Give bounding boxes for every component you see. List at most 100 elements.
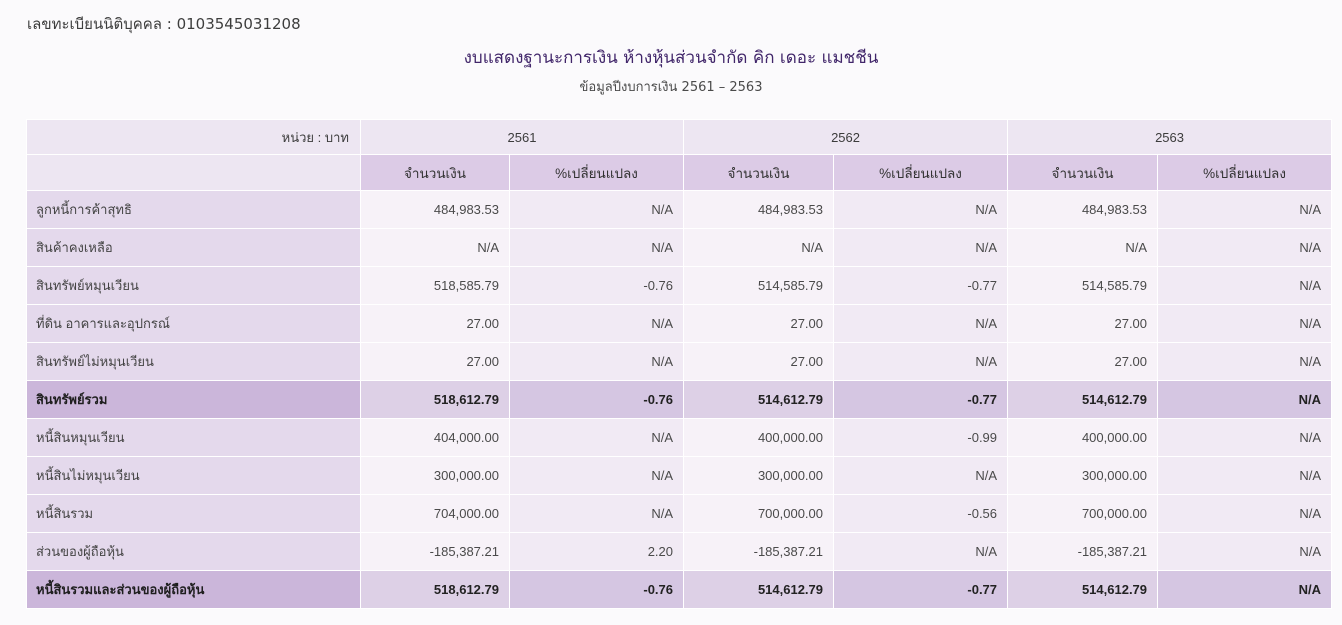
row-label: สินค้าคงเหลือ: [26, 228, 361, 267]
amount-cell: 404,000.00: [360, 418, 510, 457]
row-label: ส่วนของผู้ถือหุ้น: [26, 532, 361, 571]
change-cell: N/A: [833, 228, 1009, 267]
row-label: ลูกหนี้การค้าสุทธิ: [26, 190, 361, 229]
change-cell: N/A: [508, 494, 685, 533]
change-cell: -0.99: [833, 418, 1009, 457]
change-cell: N/A: [1157, 418, 1333, 457]
page-title: งบแสดงฐานะการเงิน ห้างหุ้นส่วนจำกัด คิก …: [463, 48, 879, 68]
table-row: สินทรัพย์หมุนเวียน 518,585.79 -0.76 514,585…: [26, 266, 1333, 305]
change-cell: N/A: [1157, 494, 1333, 533]
amount-cell: 27.00: [683, 304, 835, 343]
change-cell: -0.76: [508, 266, 685, 305]
row-label: สินทรัพย์ไม่หมุนเวียน: [26, 342, 361, 381]
change-cell: N/A: [833, 190, 1009, 229]
amount-header: จำนวนเงิน: [360, 154, 510, 191]
amount-cell: 514,612.79: [1007, 380, 1159, 419]
label-header-blank: [26, 154, 361, 191]
unit-label: หน่วย : บาท: [26, 119, 361, 155]
year-header-2563: 2563: [1007, 119, 1333, 155]
change-cell: 2.20: [508, 532, 685, 571]
table-row: ที่ดิน อาคารและอุปกรณ์ 27.00 N/A 27.00 N/A 27…: [26, 304, 1333, 343]
change-cell: N/A: [833, 456, 1009, 495]
table-row: สินทรัพย์รวม 518,612.79 -0.76 514,612.79 -0.…: [26, 380, 1333, 419]
year-header-2562: 2562: [683, 119, 1009, 155]
table-row: หนี้สินรวมและส่วนของผู้ถือหุ้น 518,612.79…: [26, 570, 1333, 609]
amount-cell: 484,983.53: [1007, 190, 1159, 229]
amount-cell: 300,000.00: [683, 456, 835, 495]
change-cell: -0.56: [833, 494, 1009, 533]
change-cell: N/A: [833, 532, 1009, 571]
year-header-row: หน่วย : บาท 2561 2562 2563: [26, 119, 1333, 155]
table-row: หนี้สินหมุนเวียน 404,000.00 N/A 400,000.00-…: [26, 418, 1333, 457]
amount-cell: 27.00: [360, 304, 510, 343]
table-row: หนี้สินรวม 704,000.00 N/A 700,000.00 -0.56 70…: [26, 494, 1333, 533]
amount-cell: 27.00: [1007, 304, 1159, 343]
amount-cell: 700,000.00: [1007, 494, 1159, 533]
row-label: หนี้สินรวมและส่วนของผู้ถือหุ้น: [26, 570, 361, 609]
change-header: %เปลี่ยนแปลง: [1157, 154, 1333, 191]
change-cell: N/A: [833, 342, 1009, 381]
change-header: %เปลี่ยนแปลง: [508, 154, 685, 191]
amount-cell: 400,000.00: [683, 418, 835, 457]
table-row: หนี้สินไม่หมุนเวียน 300,000.00 N/A 300,000.…: [26, 456, 1333, 495]
change-header: %เปลี่ยนแปลง: [833, 154, 1009, 191]
table-row: ส่วนของผู้ถือหุ้น -185,387.21 2.20 -185,387…: [26, 532, 1333, 571]
amount-cell: -185,387.21: [683, 532, 835, 571]
change-cell: N/A: [1157, 228, 1333, 267]
column-header-row: จำนวนเงิน %เปลี่ยนแปลง จำนวนเงิน %เปลี่ย…: [26, 154, 1333, 191]
amount-cell: 514,585.79: [1007, 266, 1159, 305]
change-cell: -0.77: [833, 266, 1009, 305]
change-cell: -0.77: [833, 380, 1009, 419]
change-cell: N/A: [1157, 190, 1333, 229]
change-cell: N/A: [1157, 380, 1333, 419]
balance-sheet-table: หน่วย : บาท 2561 2562 2563 จำนวนเงิน %เป…: [26, 119, 1333, 609]
amount-cell: 518,612.79: [360, 380, 510, 419]
row-label: สินทรัพย์รวม: [26, 380, 361, 419]
amount-cell: -185,387.21: [1007, 532, 1159, 571]
row-label: สินทรัพย์หมุนเวียน: [26, 266, 361, 305]
amount-cell: N/A: [1007, 228, 1159, 267]
row-label: ที่ดิน อาคารและอุปกรณ์: [26, 304, 361, 343]
amount-header: จำนวนเงิน: [1007, 154, 1159, 191]
table-body: ลูกหนี้การค้าสุทธิ 484,983.53 N/A 484,983.5…: [26, 190, 1333, 609]
amount-cell: 700,000.00: [683, 494, 835, 533]
amount-cell: 518,585.79: [360, 266, 510, 305]
amount-cell: 27.00: [360, 342, 510, 381]
amount-cell: 704,000.00: [360, 494, 510, 533]
amount-cell: 514,612.79: [683, 570, 835, 609]
amount-cell: 518,612.79: [360, 570, 510, 609]
change-cell: -0.76: [508, 380, 685, 419]
change-cell: -0.76: [508, 570, 685, 609]
amount-cell: -185,387.21: [360, 532, 510, 571]
amount-cell: N/A: [360, 228, 510, 267]
amount-cell: 27.00: [683, 342, 835, 381]
change-cell: N/A: [508, 190, 685, 229]
change-cell: N/A: [1157, 342, 1333, 381]
amount-cell: 484,983.53: [683, 190, 835, 229]
amount-header: จำนวนเงิน: [683, 154, 835, 191]
amount-cell: 27.00: [1007, 342, 1159, 381]
table-row: สินค้าคงเหลือ N/A N/A N/A N/A N/A N/A: [26, 228, 1333, 267]
change-cell: N/A: [508, 342, 685, 381]
row-label: หนี้สินไม่หมุนเวียน: [26, 456, 361, 495]
amount-cell: 514,612.79: [683, 380, 835, 419]
change-cell: N/A: [1157, 456, 1333, 495]
amount-cell: 514,585.79: [683, 266, 835, 305]
change-cell: N/A: [1157, 266, 1333, 305]
change-cell: N/A: [508, 304, 685, 343]
row-label: หนี้สินหมุนเวียน: [26, 418, 361, 457]
table-row: ลูกหนี้การค้าสุทธิ 484,983.53 N/A 484,983.5…: [26, 190, 1333, 229]
change-cell: N/A: [833, 304, 1009, 343]
page-subtitle: ข้อมูลปีงบการเงิน 2561 – 2563: [579, 80, 763, 95]
amount-cell: 484,983.53: [360, 190, 510, 229]
change-cell: N/A: [508, 228, 685, 267]
amount-cell: 400,000.00: [1007, 418, 1159, 457]
amount-cell: 300,000.00: [360, 456, 510, 495]
change-cell: N/A: [1157, 532, 1333, 571]
change-cell: N/A: [508, 418, 685, 457]
row-label: หนี้สินรวม: [26, 494, 361, 533]
year-header-2561: 2561: [359, 119, 685, 155]
amount-cell: 514,612.79: [1007, 570, 1159, 609]
change-cell: N/A: [1157, 570, 1333, 609]
change-cell: N/A: [1157, 304, 1333, 343]
